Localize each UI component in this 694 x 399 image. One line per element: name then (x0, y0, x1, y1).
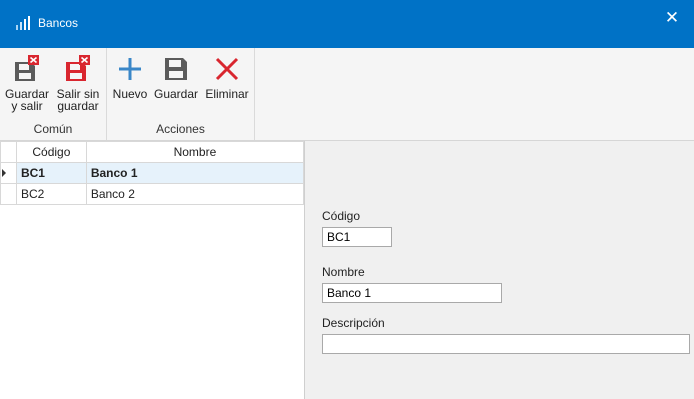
new-button[interactable]: Nuevo (111, 54, 149, 100)
cell-nombre[interactable]: Banco 2 (85, 183, 305, 205)
new-label: Nuevo (112, 87, 148, 101)
grid-header-row: Código Nombre (0, 141, 305, 163)
banks-table: Código Nombre BC1 Banco 1 BC2 Banco 2 (0, 141, 305, 205)
bar-chart-icon (16, 16, 30, 30)
codigo-label: Código (322, 209, 361, 223)
close-icon[interactable]: ✕ (662, 9, 682, 29)
cell-codigo[interactable]: BC2 (15, 183, 87, 205)
title-bar: Bancos ✕ (0, 0, 694, 48)
ribbon-group-acciones: Nuevo Guardar Eliminar Acciones (107, 48, 255, 140)
table-row[interactable]: BC2 Banco 2 (0, 183, 305, 205)
delete-button[interactable]: Eliminar (203, 54, 251, 100)
table-row[interactable]: BC1 Banco 1 (0, 162, 305, 184)
discard-close-icon (66, 55, 90, 81)
ribbon-group-comun: Guardar y salir Salir sin guardar Común (0, 48, 107, 140)
column-header-nombre[interactable]: Nombre (85, 141, 305, 163)
delete-icon (215, 57, 239, 81)
row-indicator (0, 183, 17, 205)
banks-grid: Código Nombre BC1 Banco 1 BC2 Banco 2 (0, 141, 305, 399)
save-button[interactable]: Guardar (153, 54, 199, 100)
descripcion-label: Descripción (322, 316, 385, 330)
save-label: Guardar (153, 87, 199, 101)
ribbon-group-label: Acciones (156, 122, 205, 136)
nombre-label: Nombre (322, 265, 365, 279)
nombre-field[interactable] (322, 283, 502, 303)
exit-without-saving-label: Salir sin guardar (56, 87, 100, 113)
detail-panel: Código Nombre Descripción (305, 141, 694, 399)
save-and-exit-label: Guardar y salir (4, 87, 50, 113)
cell-codigo[interactable]: BC1 (15, 162, 87, 184)
save-and-exit-button[interactable]: Guardar y salir (4, 54, 50, 112)
ribbon-group-label: Común (33, 122, 73, 136)
save-close-icon (15, 55, 39, 81)
row-indicator-arrow-icon (0, 162, 17, 184)
descripcion-field[interactable] (322, 334, 690, 354)
save-icon (165, 58, 187, 80)
window-title: Bancos (38, 16, 79, 30)
delete-label: Eliminar (205, 87, 249, 101)
cell-nombre[interactable]: Banco 1 (85, 162, 305, 184)
column-header-codigo[interactable]: Código (15, 141, 87, 163)
exit-without-saving-button[interactable]: Salir sin guardar (54, 54, 102, 112)
plus-icon (119, 58, 141, 80)
codigo-field[interactable] (322, 227, 392, 247)
ribbon: Guardar y salir Salir sin guardar Común … (0, 48, 694, 141)
row-indicator-header (0, 141, 17, 163)
